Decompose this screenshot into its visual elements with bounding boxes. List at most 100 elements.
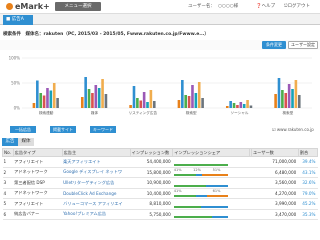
chart-bar[interactable] bbox=[197, 82, 201, 108]
col-no[interactable]: No. bbox=[2, 148, 14, 157]
chart-bar[interactable] bbox=[91, 93, 94, 108]
chart-bar[interactable] bbox=[129, 105, 132, 108]
chart-bar[interactable] bbox=[239, 102, 243, 108]
row-type: アドネットワーク bbox=[13, 188, 63, 199]
select-all-button[interactable]: 一括広告 bbox=[10, 126, 36, 133]
chart-bar[interactable] bbox=[94, 85, 98, 108]
chart-bar[interactable] bbox=[177, 100, 181, 108]
table-row[interactable]: 2 アドネットワーク Google ディスプレイ ネットワ 15,800,000 41%… bbox=[2, 167, 318, 178]
chart-bar[interactable] bbox=[149, 90, 153, 108]
chart-bar[interactable] bbox=[46, 88, 49, 108]
chart-bar[interactable] bbox=[87, 89, 91, 108]
chart-bar[interactable] bbox=[139, 100, 143, 109]
chart-bar[interactable] bbox=[49, 90, 53, 109]
chart-bar[interactable] bbox=[32, 103, 36, 108]
help-link[interactable]: ❓ヘルプ bbox=[256, 3, 275, 9]
tab-media[interactable]: 媒体 bbox=[18, 138, 34, 146]
row-type: アフィリエイト bbox=[13, 156, 63, 168]
table-row[interactable]: 3 第三者配信 DSP Ulletリターゲティング広告 10,900,000 3,560… bbox=[2, 177, 318, 189]
chart-bar[interactable] bbox=[101, 79, 104, 108]
site-checkbox[interactable]: ☑ www.rakuten.co.jp bbox=[272, 127, 314, 132]
share-segment bbox=[206, 195, 228, 198]
chart-bar[interactable] bbox=[249, 105, 253, 109]
chart-bar[interactable] bbox=[277, 78, 281, 108]
chart-bar[interactable] bbox=[42, 95, 46, 109]
chart-bar[interactable] bbox=[152, 101, 156, 108]
chart-bar[interactable] bbox=[36, 80, 39, 109]
y-tick-label: 100% bbox=[9, 56, 21, 61]
chart-bar[interactable] bbox=[97, 88, 101, 108]
user-setting-button[interactable]: ユーザー設定 bbox=[288, 41, 318, 49]
chart-bar[interactable] bbox=[284, 93, 288, 108]
checkbox-label: www.rakuten.co.jp bbox=[276, 127, 314, 132]
col-users[interactable]: ユーザー数 bbox=[250, 148, 299, 157]
chart-bar[interactable] bbox=[291, 89, 294, 108]
row-share: 41% 61% bbox=[172, 188, 250, 199]
x-tick-label: リスティング広告 bbox=[129, 110, 158, 115]
chart-bar[interactable] bbox=[187, 96, 191, 108]
chart-bar[interactable] bbox=[225, 106, 229, 108]
col-advertiser[interactable]: 広告主 bbox=[61, 148, 131, 157]
logout-link[interactable]: ⎋ログアウト bbox=[284, 3, 310, 9]
table-row[interactable]: 4 アドネットワーク DoubleClick Ad Exchange 10,400,0… bbox=[2, 188, 318, 199]
tab-ad[interactable]: 広告 bbox=[2, 138, 18, 146]
chart-bar[interactable] bbox=[52, 83, 56, 108]
chart-bar[interactable] bbox=[246, 100, 249, 108]
table-row[interactable]: 5 アフィリエイト バリューコマース アフィリエイ 8,810,000 3,990,00… bbox=[2, 198, 318, 210]
col-impressions[interactable]: インプレッション数 bbox=[129, 148, 174, 157]
row-no: 1 bbox=[2, 156, 14, 168]
chart-bar[interactable] bbox=[281, 90, 284, 108]
chart-bar[interactable] bbox=[104, 94, 108, 108]
chart-bar[interactable] bbox=[132, 86, 136, 108]
chart-bar[interactable] bbox=[56, 98, 59, 108]
chart-bar[interactable] bbox=[39, 93, 43, 108]
keyword-button[interactable]: キーワード bbox=[90, 126, 116, 133]
row-advertiser: バリューコマース アフィリエイ bbox=[62, 198, 131, 210]
table-row[interactable]: 6 純広告バナー Yahoo!プレミアム広告 5,750,000 3,470,000 35… bbox=[2, 209, 318, 220]
row-users: 3,560,000 bbox=[251, 177, 299, 189]
row-share: 41% 12% 51% bbox=[172, 167, 250, 178]
chart-bar[interactable] bbox=[201, 98, 204, 108]
chart-bar[interactable] bbox=[142, 92, 146, 108]
chart-bar[interactable] bbox=[294, 80, 298, 108]
col-impression-share[interactable]: インプレッションシェア bbox=[172, 148, 250, 157]
tab-bar: ■ 広告A bbox=[0, 14, 320, 25]
row-type: アドネットワーク bbox=[13, 167, 63, 178]
network-site-button[interactable]: 掲載サイト bbox=[50, 126, 76, 133]
row-advertiser: 楽天アフィリエイト bbox=[62, 156, 131, 168]
chart-bar[interactable] bbox=[184, 95, 188, 108]
chart-bar[interactable] bbox=[236, 105, 239, 108]
row-impressions: 10,900,000 bbox=[130, 177, 173, 189]
row-impressions: 15,800,000 bbox=[130, 167, 173, 178]
chart-bar[interactable] bbox=[232, 103, 236, 108]
chart-bar[interactable] bbox=[274, 94, 277, 108]
table-row[interactable]: 1 アフィリエイト 楽天アフィリエイト 54,400,000 71,000,000 39.… bbox=[2, 156, 318, 168]
chart-bar[interactable] bbox=[194, 93, 198, 108]
menu-select-button[interactable]: メニュー選択 bbox=[55, 2, 101, 11]
col-ratio[interactable]: 割合 bbox=[297, 148, 319, 157]
chart-bar[interactable] bbox=[297, 95, 301, 108]
chart-bar[interactable] bbox=[242, 104, 246, 108]
y-tick-label: 0% bbox=[14, 106, 21, 111]
condition-change-button[interactable]: 条件変更 bbox=[262, 41, 286, 49]
chart-bar[interactable] bbox=[181, 80, 184, 108]
share-segment bbox=[173, 174, 196, 177]
share-bar: 41% 61% bbox=[173, 189, 228, 198]
row-share bbox=[172, 177, 250, 189]
chart-bar[interactable] bbox=[229, 101, 232, 108]
col-type[interactable]: 広告タイプ bbox=[12, 148, 63, 157]
app-logo[interactable]: eMark+ bbox=[6, 2, 50, 11]
share-segment bbox=[206, 184, 228, 187]
chart-bar[interactable] bbox=[287, 84, 291, 108]
chart-bar[interactable] bbox=[80, 97, 84, 108]
chart-bar[interactable] bbox=[191, 85, 194, 108]
chart-bar[interactable] bbox=[84, 77, 87, 108]
sub-tabs: 広告 媒体 bbox=[0, 138, 320, 147]
share-bar bbox=[173, 158, 228, 166]
row-users: 6,480,000 bbox=[251, 167, 299, 178]
y-tick-label: 50% bbox=[11, 81, 20, 86]
chart-bar[interactable] bbox=[146, 102, 149, 108]
chart-bar[interactable] bbox=[136, 98, 139, 108]
row-ratio: 39.4% bbox=[298, 156, 318, 168]
tab-ad-a[interactable]: ■ 広告A bbox=[3, 15, 33, 25]
